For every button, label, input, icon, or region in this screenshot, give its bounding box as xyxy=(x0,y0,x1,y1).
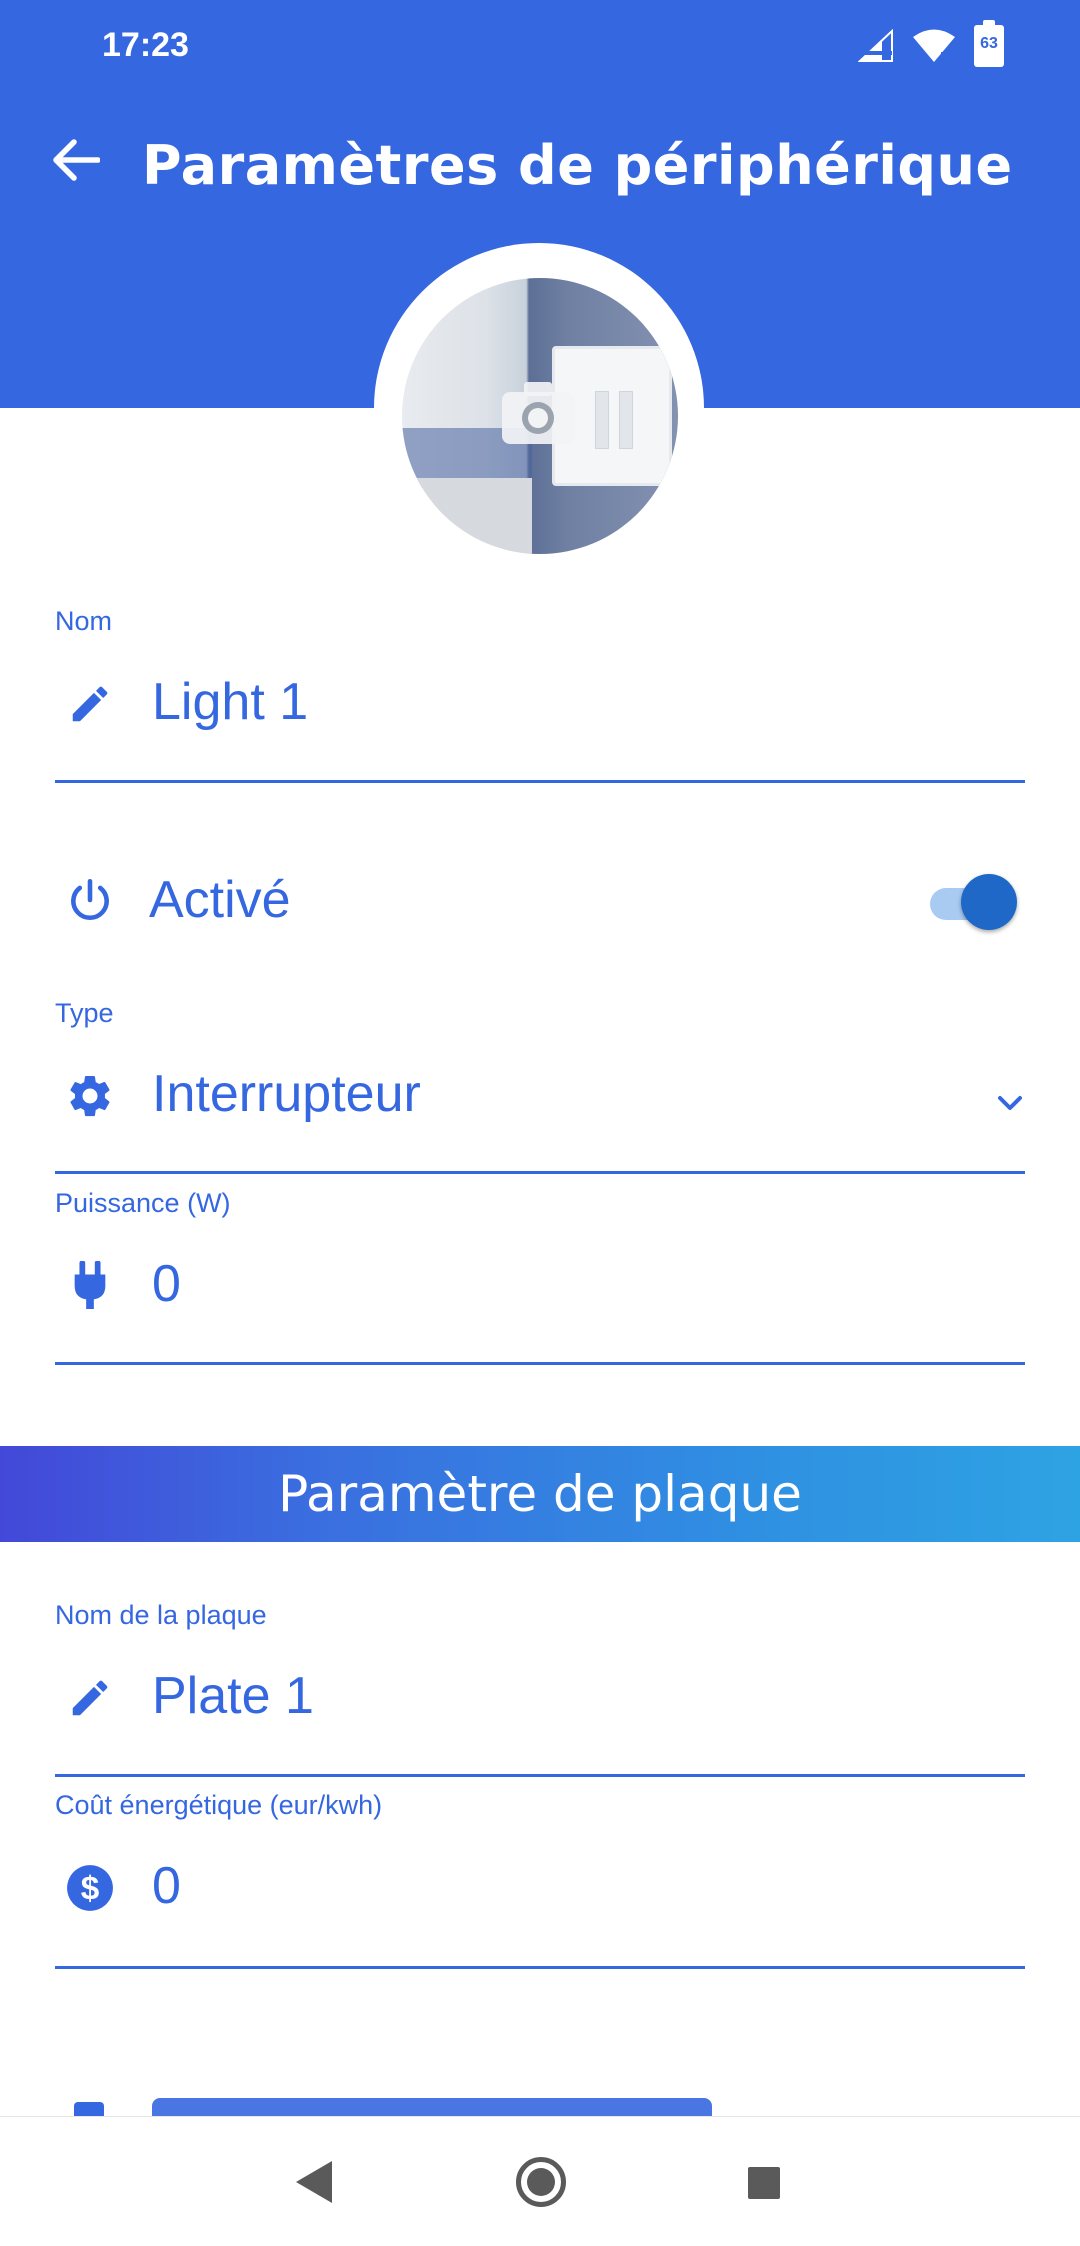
page-title: Paramètres de périphérique xyxy=(142,134,1013,197)
name-field-underline xyxy=(55,780,1025,783)
plate-name-label: Nom de la plaque xyxy=(55,1600,267,1630)
back-button[interactable] xyxy=(44,128,108,192)
battery-level: 63 xyxy=(980,35,998,52)
power-label: Puissance (W) xyxy=(55,1188,231,1218)
status-time: 17:23 xyxy=(102,26,189,64)
energy-cost-field[interactable]: 0 xyxy=(152,1856,181,1916)
toggle-thumb xyxy=(961,874,1017,930)
wifi-icon xyxy=(913,29,955,64)
signal-icon xyxy=(858,29,893,62)
plug-icon xyxy=(60,1256,120,1316)
active-toggle[interactable] xyxy=(926,874,1017,930)
pencil-icon xyxy=(60,1668,120,1728)
nav-home-icon[interactable] xyxy=(516,2157,566,2207)
nav-recents-icon[interactable] xyxy=(748,2167,780,2199)
type-select[interactable]: Interrupteur xyxy=(152,1064,421,1124)
type-label: Type xyxy=(55,998,114,1028)
type-field-underline xyxy=(55,1171,1025,1174)
image-floor-area xyxy=(402,478,532,554)
power-icon xyxy=(60,870,120,930)
energy-cost-label: Coût énergétique (eur/kwh) xyxy=(55,1790,383,1820)
gear-icon xyxy=(60,1066,120,1126)
nav-back-icon[interactable] xyxy=(292,2157,336,2207)
image-switch-key xyxy=(595,391,609,449)
svg-text:$: $ xyxy=(81,1870,100,1907)
image-switch-key xyxy=(619,391,633,449)
status-icons: 63 xyxy=(858,20,1004,68)
power-field-underline xyxy=(55,1362,1025,1365)
power-field[interactable]: 0 xyxy=(152,1254,181,1314)
partial-row-icon xyxy=(74,2102,104,2116)
name-label: Nom xyxy=(55,606,113,636)
system-navigation-bar xyxy=(0,2116,1080,2246)
pencil-icon xyxy=(60,674,120,734)
camera-icon[interactable] xyxy=(498,378,578,448)
energy-cost-underline xyxy=(55,1966,1025,1969)
active-label: Activé xyxy=(149,871,291,929)
plate-name-field[interactable]: Plate 1 xyxy=(152,1666,314,1726)
arrow-left-icon xyxy=(53,139,100,181)
plate-section-title: Paramètre de plaque xyxy=(278,1465,802,1523)
chevron-down-icon[interactable] xyxy=(990,1084,1030,1124)
next-row-partial xyxy=(0,2096,1080,2116)
battery-icon: 63 xyxy=(974,20,1004,67)
plate-section-header: Paramètre de plaque xyxy=(0,1446,1080,1542)
name-field[interactable]: Light 1 xyxy=(152,672,308,732)
plate-name-underline xyxy=(55,1774,1025,1777)
dollar-circle-icon: $ xyxy=(60,1858,120,1918)
partial-row-text xyxy=(152,2098,712,2116)
status-bar: 17:23 63 xyxy=(0,0,1080,96)
